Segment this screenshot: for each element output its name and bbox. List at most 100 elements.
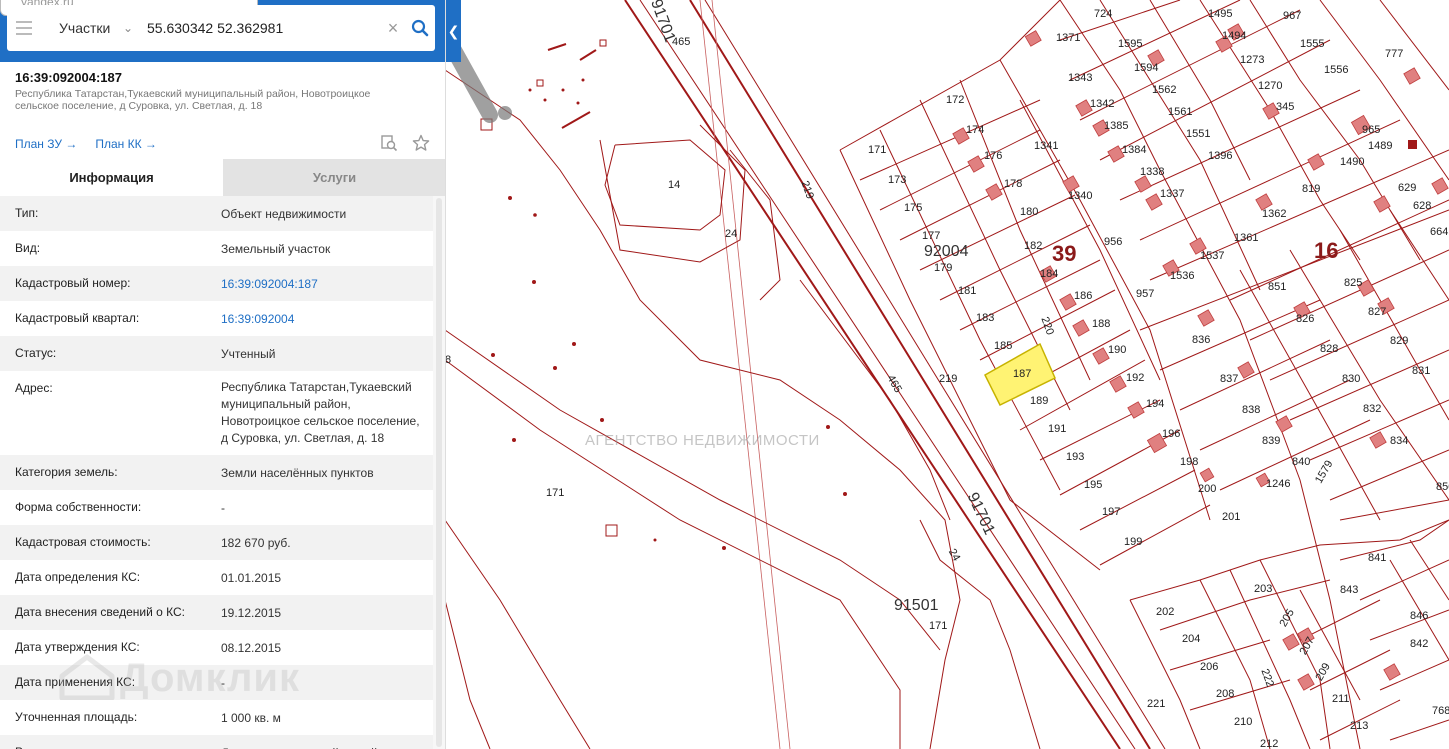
map-plot-label: 175 <box>904 202 923 214</box>
map-plot-label: 1555 <box>1300 38 1325 50</box>
map-plot-label: 211 <box>1332 693 1350 705</box>
info-value: 182 670 руб. <box>221 536 291 550</box>
map-plot-label: 1273 <box>1240 54 1265 66</box>
info-key: Категория земель: <box>15 465 118 479</box>
info-row-valuation-date: Дата определения КС: 01.01.2015 <box>0 560 433 595</box>
document-search-icon[interactable] <box>380 134 398 157</box>
map-plot-label: 1341 <box>1034 140 1059 152</box>
map-plot-label: 188 <box>1092 318 1111 330</box>
map-plot-label: 1595 <box>1118 38 1143 50</box>
map-plot-label: 201 <box>1222 511 1241 523</box>
chevron-left-icon: ❮ <box>447 22 460 39</box>
plan-links: План ЗУ → План КК → <box>15 137 157 151</box>
map-plot-label: 180 <box>1020 206 1039 218</box>
map-plot-label: 1385 <box>1104 120 1129 132</box>
map-plot-label: 825 <box>1344 277 1363 289</box>
quarter-label: 92004 <box>924 243 969 260</box>
info-row-permitted-use: Разрешенное использование: Для индивидуа… <box>0 735 433 749</box>
map-plot-label: 830 <box>1342 373 1361 385</box>
coordinates-input[interactable]: 55.630342 52.362981 <box>141 20 381 36</box>
map-plot-label: 196 <box>1162 428 1181 440</box>
map-plot-label: 850 <box>1436 481 1449 493</box>
scrollbar[interactable] <box>433 196 445 749</box>
map-plot-label: 212 <box>1260 738 1279 749</box>
domclick-watermark: Домклик <box>120 656 301 700</box>
info-key: Дата определения КС: <box>15 570 141 584</box>
info-key: Кадастровая стоимость: <box>15 535 151 549</box>
menu-icon[interactable] <box>7 5 41 51</box>
map-plot-label: 181 <box>958 285 977 297</box>
map-plot-label: 1537 <box>1200 250 1225 262</box>
map-plot-label: 1340 <box>1068 190 1093 202</box>
map-plot-label: 831 <box>1412 365 1431 377</box>
info-key: Форма собственности: <box>15 500 142 514</box>
map-plot-label: 1246 <box>1266 478 1291 490</box>
info-row-status: Статус: Учтенный <box>0 336 433 371</box>
map-plot-label: 1270 <box>1258 80 1283 92</box>
info-value: 01.01.2015 <box>221 571 282 585</box>
info-key: Вид: <box>15 241 41 255</box>
plan-zu-link[interactable]: План ЗУ → <box>15 137 77 151</box>
info-row-cadastral-value: Кадастровая стоимость: 182 670 руб. <box>0 525 433 560</box>
scrollbar-thumb[interactable] <box>436 198 442 747</box>
map-plot-label: 182 <box>1024 240 1043 252</box>
map-plot-label: 629 <box>1398 182 1417 194</box>
map-plot-label: 177 <box>922 230 941 242</box>
info-key: Адрес: <box>15 381 53 395</box>
selected-plot-label: 187 <box>1013 368 1032 380</box>
map-plot-label: 176 <box>984 150 1003 162</box>
map-plot-label: 219 <box>939 373 958 385</box>
map-plot-label: 967 <box>1283 10 1302 22</box>
map-plot-label: 193 <box>1066 451 1085 463</box>
quarter-label: 91501 <box>894 597 939 614</box>
map-plot-label: 956 <box>1104 236 1123 248</box>
collapse-panel-button[interactable]: ❮ <box>446 0 461 62</box>
info-value: Для индивидуальной жилой <box>221 735 433 749</box>
map-plot-label: 957 <box>1136 288 1155 300</box>
clear-icon[interactable]: × <box>381 18 405 39</box>
star-icon[interactable] <box>412 134 430 157</box>
map-plot-label: 192 <box>1126 372 1145 384</box>
map-plot-label: 1489 <box>1368 140 1393 152</box>
tab-information[interactable]: Информация <box>0 159 223 196</box>
search-box: Участки ⌄ 55.630342 52.362981 × <box>7 5 435 51</box>
info-value: Республика Татарстан,Тукаевский муниципа… <box>221 380 420 445</box>
info-row-address: Адрес: Республика Татарстан,Тукаевский м… <box>0 371 433 455</box>
map-plot-label: 1338 <box>1140 166 1165 178</box>
map-plot-label: 199 <box>1124 536 1143 548</box>
info-key: Тип: <box>15 206 39 220</box>
map-plot-label: 846 <box>1410 610 1429 622</box>
info-key: Уточненная площадь: <box>15 710 138 724</box>
map-plot-label: 197 <box>1102 506 1121 518</box>
cadastral-number-link[interactable]: 16:39:092004:187 <box>221 266 433 301</box>
object-title: 16:39:092004:187 <box>15 70 122 85</box>
map-plot-label: 191 <box>1048 423 1067 435</box>
map-plot-label: 345 <box>1276 101 1295 113</box>
layer-select[interactable]: Участки ⌄ <box>41 20 141 36</box>
map-plot-label: 628 <box>1413 200 1432 212</box>
info-value: 19.12.2015 <box>221 606 282 620</box>
domclick-logo-watermark <box>59 654 115 700</box>
block-label: 39 <box>1052 241 1077 266</box>
map-plot-label: 1361 <box>1234 232 1259 244</box>
tab-services[interactable]: Услуги <box>223 159 445 196</box>
info-value: Земли населённых пунктов <box>221 466 374 480</box>
plan-kk-link[interactable]: План КК → <box>95 137 157 151</box>
map-plot-label: 1396 <box>1208 150 1233 162</box>
map-plot-label: 1556 <box>1324 64 1349 76</box>
search-icon[interactable] <box>405 5 435 51</box>
map-plot-label: 206 <box>1200 661 1219 673</box>
map-plot-label: 1337 <box>1160 188 1185 200</box>
map-plot-label: 819 <box>1302 183 1321 195</box>
map-plot-label: 221 <box>1147 698 1166 710</box>
cadastral-quarter-link[interactable]: 16:39:092004 <box>221 301 433 336</box>
map-plot-label: 827 <box>1368 306 1387 318</box>
info-row-ownership: Форма собственности: - <box>0 490 433 525</box>
map-plot-label: 184 <box>1040 268 1059 280</box>
info-row-kind: Вид: Земельный участок <box>0 231 433 266</box>
map-plot-label: 190 <box>1108 344 1127 356</box>
info-value: 1 000 кв. м <box>221 711 281 725</box>
map-plot-label: 198 <box>1180 456 1199 468</box>
info-row-cadastral-quarter: Кадастровый квартал: 16:39:092004 <box>0 301 433 336</box>
map-plot-label: 1495 <box>1208 8 1233 20</box>
